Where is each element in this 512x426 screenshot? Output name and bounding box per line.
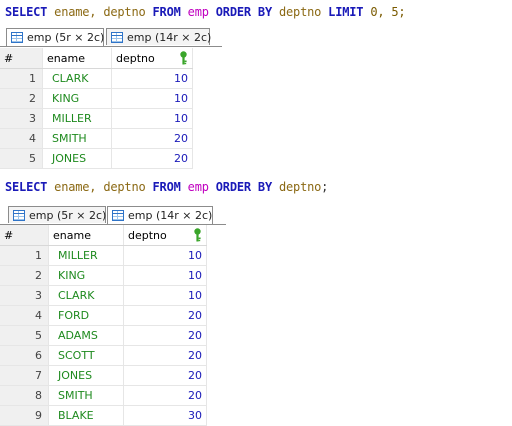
keyword-select: SELECT xyxy=(5,5,48,19)
ename-cell[interactable]: MILLER xyxy=(48,245,124,266)
deptno-cell[interactable]: 20 xyxy=(123,345,207,366)
row-number-cell[interactable]: 1 xyxy=(0,68,43,89)
ename-cell[interactable]: KING xyxy=(48,265,124,286)
column-header-label: deptno xyxy=(116,51,155,65)
deptno-cell[interactable]: 20 xyxy=(123,365,207,386)
ename-cell[interactable]: MILLER xyxy=(42,108,112,129)
query-table: emp xyxy=(180,5,216,19)
keyword-select: SELECT xyxy=(5,180,48,194)
deptno-cell[interactable]: 10 xyxy=(123,265,207,286)
query-columns: ename, deptno xyxy=(47,180,153,194)
row-number-cell[interactable]: 9 xyxy=(0,405,49,426)
result-tabbar-1: emp (5r × 2c) emp (14r × 2c) xyxy=(0,26,222,47)
tab-label: emp (14r × 2c) xyxy=(128,209,213,222)
deptno-cell[interactable]: 20 xyxy=(123,385,207,406)
tab-label: emp (5r × 2c) xyxy=(29,209,107,222)
row-number-cell[interactable]: 6 xyxy=(0,345,49,366)
ename-cell[interactable]: SMITH xyxy=(42,128,112,149)
row-number-cell[interactable]: 4 xyxy=(0,305,49,326)
column-header-deptno[interactable]: deptno xyxy=(111,48,193,69)
row-number-cell[interactable]: 4 xyxy=(0,128,43,149)
ename-cell[interactable]: BLAKE xyxy=(48,405,124,426)
column-header-ename[interactable]: ename xyxy=(42,48,112,69)
row-number-cell[interactable]: 5 xyxy=(0,325,49,346)
row-number-cell[interactable]: 8 xyxy=(0,385,49,406)
row-number-cell[interactable]: 3 xyxy=(0,108,43,129)
ename-cell[interactable]: KING xyxy=(42,88,112,109)
keyword-from: FROM xyxy=(152,5,181,19)
result-tab-emp-5r[interactable]: emp (5r × 2c) xyxy=(6,28,104,46)
result-grid-2[interactable]: # ename deptno 1 MILLER 10 2 KING 10 3 CLARK 10 4… xyxy=(0,225,207,426)
deptno-cell[interactable]: 20 xyxy=(123,325,207,346)
ename-cell[interactable]: SMITH xyxy=(48,385,124,406)
ename-cell[interactable]: CLARK xyxy=(48,285,124,306)
query-order-column: deptno xyxy=(271,180,322,194)
ename-cell[interactable]: CLARK xyxy=(42,68,112,89)
column-header-deptno[interactable]: deptno xyxy=(123,225,207,246)
query-limit-args: 0, 5; xyxy=(363,5,406,19)
table-row[interactable]: 1 MILLER 10 xyxy=(0,245,207,266)
table-row[interactable]: 1 CLARK 10 xyxy=(0,68,193,89)
tab-label: emp (14r × 2c) xyxy=(127,31,212,44)
rownum-header: # xyxy=(0,48,43,69)
deptno-cell[interactable]: 10 xyxy=(123,245,207,266)
row-number-cell[interactable]: 1 xyxy=(0,245,49,266)
result-tab-emp-5r[interactable]: emp (5r × 2c) xyxy=(8,206,106,223)
query-table: emp xyxy=(180,180,216,194)
deptno-cell[interactable]: 10 xyxy=(111,108,193,129)
row-number-cell[interactable]: 5 xyxy=(0,148,43,169)
table-row[interactable]: 9 BLAKE 30 xyxy=(0,405,207,426)
table-row[interactable]: 7 JONES 20 xyxy=(0,365,207,386)
deptno-cell[interactable]: 10 xyxy=(111,88,193,109)
row-number-cell[interactable]: 3 xyxy=(0,285,49,306)
keyword-order-by: ORDER BY xyxy=(215,5,272,19)
ename-cell[interactable]: JONES xyxy=(42,148,112,169)
deptno-cell[interactable]: 20 xyxy=(111,148,193,169)
keyword-from: FROM xyxy=(152,180,181,194)
column-header-label: deptno xyxy=(128,228,167,242)
table-row[interactable]: 5 JONES 20 xyxy=(0,148,193,169)
query-columns: ename, deptno xyxy=(47,5,153,19)
row-number-cell[interactable]: 7 xyxy=(0,365,49,386)
column-header-ename[interactable]: ename xyxy=(48,225,124,246)
table-grid-icon xyxy=(112,210,124,221)
rownum-header: # xyxy=(0,225,49,246)
deptno-cell[interactable]: 20 xyxy=(123,305,207,326)
sql-query-limit[interactable]: SELECT ename, deptno FROM emp ORDER BY d… xyxy=(5,5,406,19)
result-tabbar-2: emp (5r × 2c) emp (14r × 2c) xyxy=(0,204,226,225)
ename-cell[interactable]: FORD xyxy=(48,305,124,326)
deptno-cell[interactable]: 30 xyxy=(123,405,207,426)
query-order-column: deptno xyxy=(271,5,329,19)
sql-query-full[interactable]: SELECT ename, deptno FROM emp ORDER BY d… xyxy=(5,180,328,194)
table-row[interactable]: 8 SMITH 20 xyxy=(0,385,207,406)
table-grid-icon xyxy=(11,32,23,43)
result-tab-emp-14r[interactable]: emp (14r × 2c) xyxy=(106,28,212,45)
result-tab-emp-14r[interactable]: emp (14r × 2c) xyxy=(107,206,213,224)
keyword-limit: LIMIT xyxy=(328,5,364,19)
deptno-cell[interactable]: 20 xyxy=(111,128,193,149)
table-grid-icon xyxy=(111,32,123,43)
table-row[interactable]: 2 KING 10 xyxy=(0,265,207,286)
keyword-order-by: ORDER BY xyxy=(215,180,272,194)
deptno-cell[interactable]: 10 xyxy=(123,285,207,306)
table-grid-icon xyxy=(13,210,25,221)
table-row[interactable]: 4 FORD 20 xyxy=(0,305,207,326)
ename-cell[interactable]: JONES xyxy=(48,365,124,386)
row-number-cell[interactable]: 2 xyxy=(0,88,43,109)
table-row[interactable]: 2 KING 10 xyxy=(0,88,193,109)
ename-cell[interactable]: SCOTT xyxy=(48,345,124,366)
deptno-cell[interactable]: 10 xyxy=(111,68,193,89)
table-row[interactable]: 6 SCOTT 20 xyxy=(0,345,207,366)
table-row[interactable]: 5 ADAMS 20 xyxy=(0,325,207,346)
table-row[interactable]: 3 MILLER 10 xyxy=(0,108,193,129)
tab-label: emp (5r × 2c) xyxy=(27,31,105,44)
key-icon xyxy=(180,51,187,65)
ename-cell[interactable]: ADAMS xyxy=(48,325,124,346)
query-terminator: ; xyxy=(321,180,329,194)
result-grid-1[interactable]: # ename deptno 1 CLARK 10 2 KING 10 3 MILLER 10 4… xyxy=(0,48,193,169)
key-icon xyxy=(194,228,201,242)
table-row[interactable]: 3 CLARK 10 xyxy=(0,285,207,306)
row-number-cell[interactable]: 2 xyxy=(0,265,49,286)
table-row[interactable]: 4 SMITH 20 xyxy=(0,128,193,149)
